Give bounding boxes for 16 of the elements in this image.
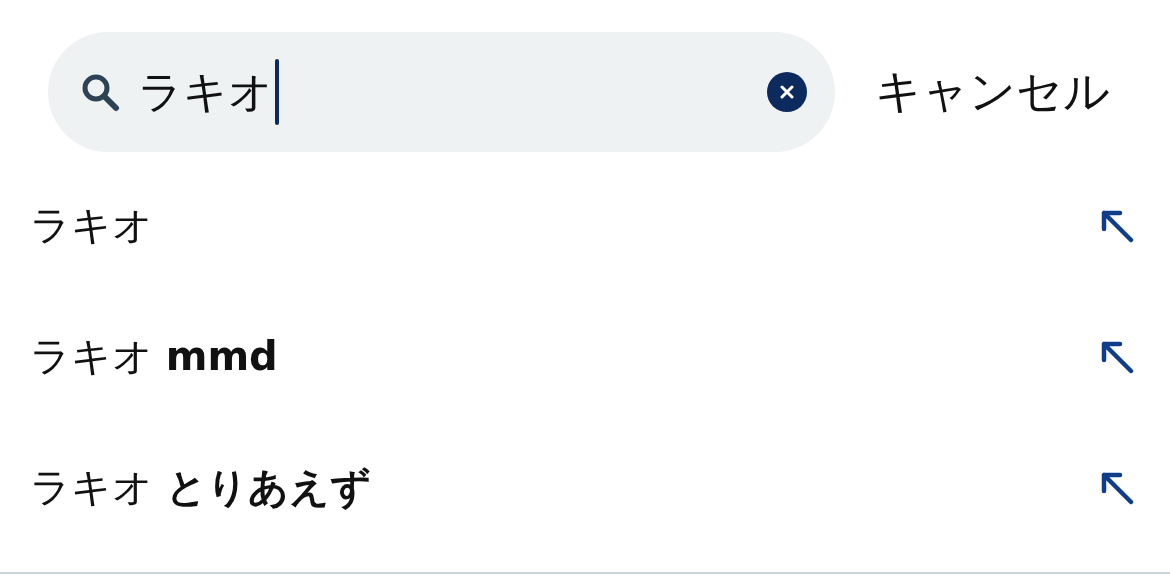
search-field[interactable]: ラキオ	[48, 32, 835, 152]
search-query: ラキオ	[138, 70, 273, 114]
arrow-up-left-icon	[1100, 339, 1134, 374]
suggestion-text: ラキオ とりあえず	[30, 463, 371, 512]
clear-button[interactable]	[767, 72, 807, 112]
close-icon	[780, 85, 794, 99]
arrow-up-left-icon	[1100, 470, 1134, 505]
suggestion-text: ラキオ mmd	[30, 332, 278, 381]
suggestion-item[interactable]: ラキオ mmd	[0, 291, 1170, 422]
search-icon	[80, 72, 120, 112]
suggestion-text: ラキオ	[30, 201, 153, 250]
text-cursor	[275, 59, 279, 125]
cancel-button[interactable]: キャンセル	[875, 61, 1110, 123]
arrow-up-left-icon	[1100, 208, 1134, 243]
suggestion-item[interactable]: ラキオ	[0, 160, 1170, 291]
suggestion-item[interactable]: ラキオ とりあえず	[0, 422, 1170, 553]
